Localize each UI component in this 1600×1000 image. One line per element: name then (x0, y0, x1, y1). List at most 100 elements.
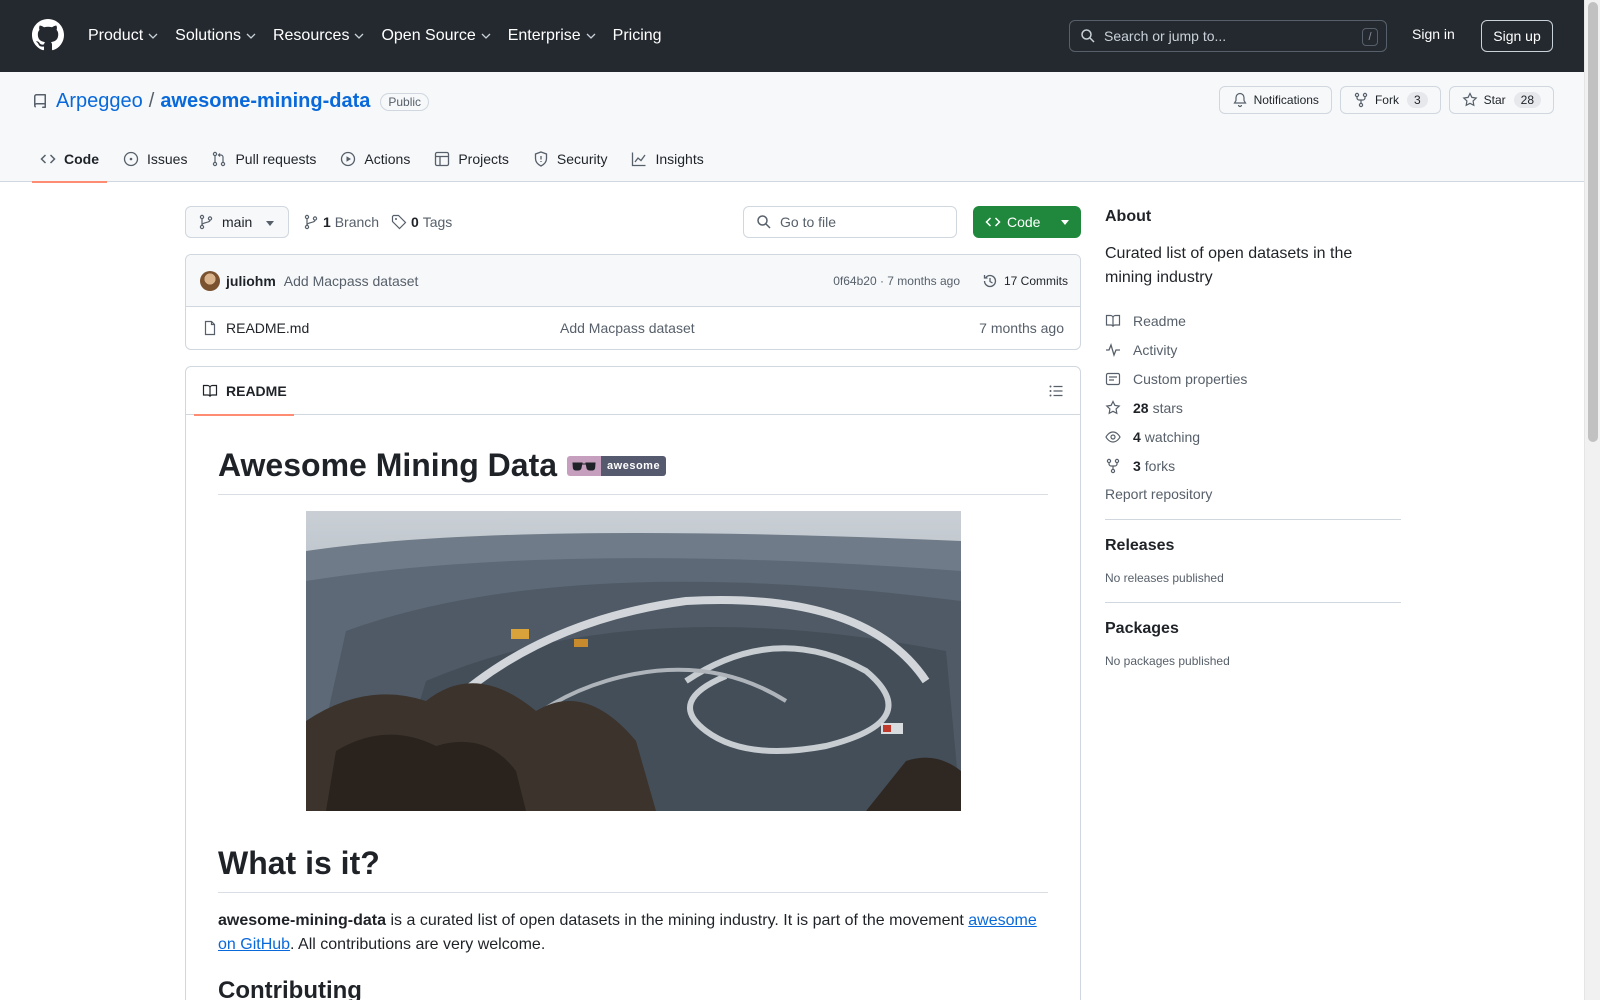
nav-enterprise[interactable]: Enterprise (508, 27, 597, 45)
forks-link[interactable]: 3 forks (1105, 451, 1401, 480)
tag-label: Tags (422, 214, 453, 230)
file-row[interactable]: README.md Add Macpass dataset 7 months a… (186, 307, 1080, 349)
nav-product[interactable]: Product (88, 27, 159, 45)
awesome-badge[interactable]: awesome (567, 455, 667, 476)
tags-link[interactable]: 0 Tags (391, 214, 452, 230)
readme-panel: README Awesome Mining Data awesome What … (185, 366, 1081, 1000)
graph-icon (632, 152, 647, 167)
tab-insights[interactable]: Insights (623, 136, 711, 182)
nav-pricing[interactable]: Pricing (613, 27, 662, 45)
nav-label: Solutions (175, 27, 241, 44)
branch-tag-summary: 1 Branch 0 Tags (303, 214, 452, 230)
code-icon (985, 217, 1001, 227)
sign-in-link[interactable]: Sign in (1412, 26, 1455, 42)
pulse-icon (1106, 342, 1120, 357)
link-label: Readme (1133, 312, 1186, 329)
sign-up-button[interactable]: Sign up (1481, 20, 1553, 52)
commits-history-link[interactable]: 17 Commits (982, 273, 1068, 289)
repo-sidebar: About Curated list of open datasets in t… (1105, 208, 1401, 668)
commit-message-link[interactable]: Add Macpass dataset (284, 273, 419, 289)
tab-issues[interactable]: Issues (115, 136, 195, 182)
git-branch-icon (304, 214, 318, 230)
file-commit-message-link[interactable]: Add Macpass dataset (560, 320, 695, 336)
readme-link[interactable]: Readme (1105, 306, 1401, 335)
global-search-input[interactable]: Search or jump to... / (1069, 20, 1387, 52)
readme-tab[interactable]: README (194, 367, 294, 416)
nav-label: Resources (272, 27, 350, 44)
git-pull-request-icon (213, 151, 226, 167)
custom-properties-link[interactable]: Custom properties (1105, 364, 1401, 393)
go-to-file-input[interactable]: Go to file (743, 206, 957, 238)
tab-label: Pull requests (235, 151, 317, 167)
link-label: forks (1144, 457, 1176, 474)
tab-pull-requests[interactable]: Pull requests (203, 136, 324, 182)
branch-select-button[interactable]: main (185, 206, 289, 238)
code-dropdown-button[interactable]: Code (973, 206, 1081, 238)
commit-author-link[interactable]: juliohm (226, 273, 276, 289)
paragraph-tail: . All contributions are very welcome. (290, 936, 546, 953)
notifications-button[interactable]: Notifications (1218, 86, 1332, 114)
activity-link[interactable]: Activity (1105, 335, 1401, 364)
tab-security[interactable]: Security (525, 136, 616, 182)
readme-paragraph: awesome-mining-data is a curated list of… (218, 909, 1048, 957)
scrollbar-thumb[interactable] (1588, 2, 1598, 442)
repo-tabs: Code Issues Pull requests Actions Projec… (32, 136, 720, 183)
awesome-badge-text: awesome (601, 455, 667, 476)
chevron-down-icon (481, 33, 491, 39)
releases-empty: No releases published (1105, 571, 1224, 585)
tab-code[interactable]: Code (32, 136, 107, 183)
readme-tab-label: README (226, 383, 287, 399)
avatar[interactable] (200, 270, 220, 291)
tag-icon (391, 214, 407, 230)
repo-owner-link[interactable]: Arpeggeo (56, 90, 143, 113)
nav-label: Pricing (612, 27, 662, 44)
tab-label: Projects (458, 151, 509, 167)
readme-content: Awesome Mining Data awesome What is it? … (186, 415, 1080, 1000)
stars-link[interactable]: 28 stars (1105, 393, 1401, 422)
section-heading-what-is-it: What is it? (218, 845, 1048, 893)
nav-solutions[interactable]: Solutions (175, 27, 257, 45)
branch-count: 1 (323, 214, 331, 230)
nav-label: Product (88, 27, 144, 44)
releases-heading[interactable]: Releases (1105, 537, 1401, 555)
fork-counter: 3 (1406, 92, 1428, 108)
link-label: Custom properties (1133, 370, 1248, 387)
star-label: Star (1483, 93, 1506, 107)
repo-name-link[interactable]: awesome-mining-data (160, 90, 370, 113)
link-label: Activity (1133, 341, 1178, 358)
latest-commit-row: juliohm Add Macpass dataset 0f64b20 · 7 … (186, 255, 1080, 307)
book-icon (1105, 314, 1121, 327)
nav-open-source[interactable]: Open Source (381, 27, 491, 45)
global-nav: Product Solutions Resources Open Source … (88, 0, 678, 72)
section-heading-contributing: Contributing (218, 977, 362, 1000)
caret-down-icon (266, 221, 274, 226)
shield-icon (534, 151, 548, 167)
report-repository-link[interactable]: Report repository (1105, 486, 1401, 502)
branches-link[interactable]: 1 Branch (303, 214, 379, 230)
file-toolbar: main 1 Branch 0 Tags Go to file Code (185, 206, 1081, 238)
main-column: main 1 Branch 0 Tags Go to file Code jul… (185, 206, 1081, 1000)
global-header: Product Solutions Resources Open Source … (0, 0, 1584, 72)
sunglasses-icon (567, 455, 602, 476)
search-icon (1081, 29, 1095, 43)
link-label: stars (1152, 399, 1183, 416)
repo-icon (33, 93, 46, 108)
tab-actions[interactable]: Actions (332, 136, 418, 182)
tab-label: Issues (147, 151, 188, 167)
packages-heading[interactable]: Packages (1105, 620, 1401, 638)
repo-forked-icon (1106, 458, 1120, 473)
github-logo-icon[interactable] (32, 19, 64, 51)
fork-button[interactable]: Fork 3 (1339, 86, 1441, 114)
star-button[interactable]: Star 28 (1448, 86, 1554, 114)
packages-empty: No packages published (1105, 654, 1230, 668)
tab-projects[interactable]: Projects (426, 136, 517, 182)
file-name-link[interactable]: README.md (226, 320, 309, 336)
page-scrollbar[interactable] (1584, 0, 1600, 1000)
commit-hash-time[interactable]: 0f64b20 · 7 months ago (833, 274, 960, 288)
list-unordered-icon[interactable] (1048, 383, 1064, 399)
nav-label: Open Source (381, 27, 476, 44)
nav-resources[interactable]: Resources (273, 27, 365, 45)
watching-link[interactable]: 4 watching (1105, 422, 1401, 451)
divider (1105, 602, 1401, 603)
commits-count-label: 17 Commits (1003, 273, 1068, 288)
